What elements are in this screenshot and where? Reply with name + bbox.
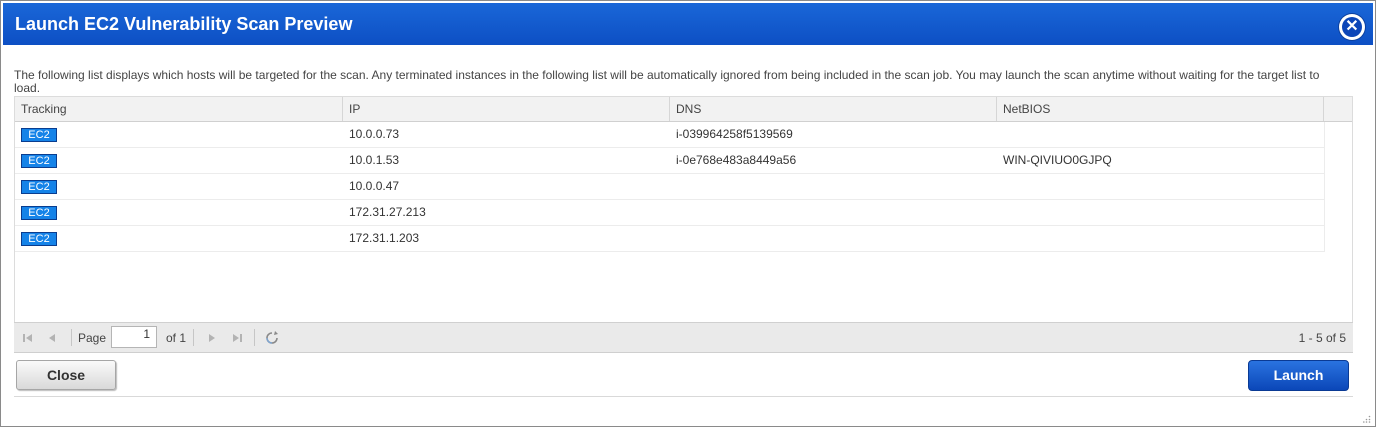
prev-page-icon[interactable] [45,330,61,346]
dns-cell [670,200,997,226]
column-header-ip[interactable]: IP [343,97,670,121]
page-number-input[interactable]: 1 [111,326,157,348]
targets-grid: Tracking IP DNS NetBIOS EC2 10.0.0.73 i-… [14,96,1353,323]
refresh-icon[interactable] [264,330,280,346]
last-page-icon[interactable] [229,330,245,346]
resize-grip-icon[interactable] [1363,412,1371,423]
dialog-titlebar: Launch EC2 Vulnerability Scan Preview ✕ [3,3,1373,45]
table-row[interactable]: EC2 172.31.27.213 [15,200,1325,226]
description-text: The following list displays which hosts … [14,69,1320,95]
table-row[interactable]: EC2 10.0.0.73 i-039964258f5139569 [15,122,1325,148]
ec2-tracking-badge: EC2 [21,206,57,220]
ip-cell: 10.0.1.53 [349,153,400,167]
next-page-icon[interactable] [203,330,219,346]
pager-separator [254,329,255,346]
ip-cell: 10.0.0.73 [349,127,400,141]
table-row[interactable]: EC2 10.0.0.47 [15,174,1325,200]
table-row[interactable]: EC2 10.0.1.53 i-0e768e483a8449a56 WIN-QI… [15,148,1325,174]
ec2-tracking-badge: EC2 [21,180,57,194]
pager-separator [193,329,194,346]
close-icon[interactable]: ✕ [1339,14,1365,40]
netbios-cell [997,200,1324,226]
pager-separator [71,329,72,346]
page-label: Page [78,331,107,345]
netbios-cell: WIN-QIVIUO0GJPQ [1003,153,1112,167]
launch-button[interactable]: Launch [1248,360,1349,391]
ip-cell: 10.0.0.47 [349,179,400,193]
column-header-tracking[interactable]: Tracking [15,97,343,121]
ec2-tracking-badge: EC2 [21,128,57,142]
dns-cell: i-0e768e483a8449a56 [676,153,797,167]
close-button[interactable]: Close [16,360,116,390]
paging-count: 1 - 5 of 5 [1298,331,1346,345]
ip-cell: 172.31.27.213 [349,205,426,219]
dns-cell [670,174,997,200]
ip-cell: 172.31.1.203 [349,231,420,245]
dns-cell: i-039964258f5139569 [676,127,793,141]
dns-cell [670,226,997,252]
dialog: Launch EC2 Vulnerability Scan Preview ✕ … [0,0,1376,427]
netbios-cell [997,174,1324,200]
first-page-icon[interactable] [20,330,36,346]
ec2-tracking-badge: EC2 [21,232,57,246]
column-header-dns[interactable]: DNS [670,97,997,121]
ec2-tracking-badge: EC2 [21,154,57,168]
paging-toolbar: Page 1 of 1 1 - 5 of 5 [14,322,1353,353]
table-row[interactable]: EC2 172.31.1.203 [15,226,1325,252]
footer-divider [14,396,1353,397]
column-header-netbios[interactable]: NetBIOS [997,97,1324,121]
netbios-cell [997,122,1324,148]
dialog-title: Launch EC2 Vulnerability Scan Preview [15,14,353,34]
grid-header: Tracking IP DNS NetBIOS [15,97,1352,122]
page-total-label: of 1 [166,331,187,345]
netbios-cell [997,226,1324,252]
